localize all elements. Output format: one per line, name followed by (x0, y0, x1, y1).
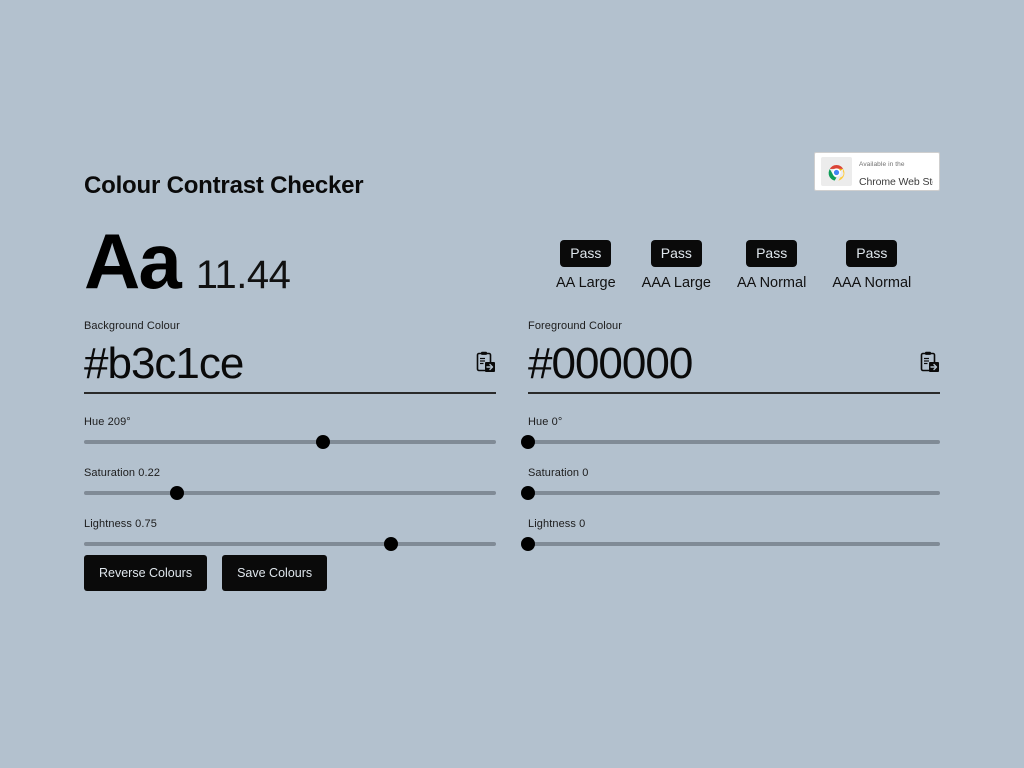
criterion-label: AA Normal (737, 275, 807, 291)
foreground-saturation-label: Saturation 0 (528, 467, 589, 479)
foreground-colour-label: Foreground Colour (528, 320, 623, 332)
background-hex-row (84, 336, 496, 394)
save-colours-button[interactable]: Save Colours (222, 555, 328, 591)
criterion-aa-large: Pass AA Large (556, 240, 616, 291)
foreground-hue-slider[interactable] (521, 435, 940, 449)
background-colour-label: Background Colour (84, 320, 180, 332)
background-saturation-group: Saturation 0.22 (84, 467, 496, 500)
criterion-aa-normal: Pass AA Normal (737, 240, 806, 291)
background-lightness-label: Lightness 0.75 (84, 518, 157, 530)
foreground-sliders: Hue 0° Saturation 0 Lightness 0 (521, 416, 940, 551)
status-badge: Pass (746, 240, 798, 267)
foreground-hex-row (528, 336, 940, 394)
chrome-web-store-badge[interactable]: Available in the Chrome Web Store (814, 152, 940, 191)
foreground-saturation-group: Saturation 0 (521, 467, 940, 500)
foreground-hex-input[interactable] (528, 339, 858, 389)
criterion-label: AAA Normal (832, 275, 912, 291)
slider-thumb[interactable] (521, 486, 535, 500)
page-title: Colour Contrast Checker (84, 172, 364, 200)
chrome-web-store-text: Available in the Chrome Web Store (859, 153, 933, 190)
criterion-aaa-normal: Pass AAA Normal (832, 240, 911, 291)
slider-thumb[interactable] (521, 435, 535, 449)
background-lightness-slider[interactable] (84, 537, 496, 551)
foreground-lightness-group: Lightness 0 (521, 518, 940, 551)
background-sliders: Hue 209° Saturation 0.22 Lightness 0.75 (84, 416, 496, 551)
criterion-label: AAA Large (641, 275, 711, 291)
foreground-saturation-slider[interactable] (521, 486, 940, 500)
background-hue-slider[interactable] (84, 435, 496, 449)
slider-thumb[interactable] (169, 486, 184, 500)
background-colour-panel: Background Colour Hue 209° (84, 320, 496, 551)
store-badge-line2: Chrome Web Store (859, 175, 933, 188)
foreground-colour-panel: Foreground Colour Hue 0° (521, 320, 940, 551)
background-hex-input[interactable] (84, 339, 414, 389)
criterion-aaa-large: Pass AAA Large (642, 240, 711, 291)
reverse-colours-button[interactable]: Reverse Colours (84, 555, 208, 591)
status-badge: Pass (846, 240, 898, 267)
contrast-ratio-value: 11.44 (195, 253, 291, 297)
sample-text: Aa (84, 217, 182, 305)
action-buttons: Reverse Colours Save Colours (84, 555, 328, 591)
criterion-label: AA Large (556, 275, 616, 291)
background-saturation-label: Saturation 0.22 (84, 467, 161, 479)
foreground-lightness-slider[interactable] (521, 537, 940, 551)
foreground-lightness-label: Lightness 0 (528, 518, 586, 530)
status-badge: Pass (560, 240, 612, 267)
slider-thumb[interactable] (521, 537, 535, 551)
clipboard-paste-icon[interactable] (476, 351, 496, 373)
contrast-preview: Aa 11.44 (84, 217, 291, 305)
foreground-hue-group: Hue 0° (521, 416, 940, 449)
background-saturation-slider[interactable] (84, 486, 496, 500)
store-badge-line1: Available in the (859, 161, 905, 169)
background-lightness-group: Lightness 0.75 (84, 518, 496, 551)
wcag-criteria-list: Pass AA Large Pass AAA Large Pass AA Nor… (556, 240, 911, 291)
background-hue-group: Hue 209° (84, 416, 496, 449)
slider-thumb[interactable] (383, 537, 398, 551)
chrome-logo-icon (821, 157, 852, 186)
foreground-hue-label: Hue 0° (528, 416, 563, 428)
background-hue-label: Hue 209° (84, 416, 131, 428)
slider-thumb[interactable] (315, 435, 330, 449)
status-badge: Pass (650, 240, 702, 267)
app-root: Colour Contrast Checker Available in the… (0, 0, 1024, 768)
clipboard-paste-icon[interactable] (920, 351, 940, 373)
